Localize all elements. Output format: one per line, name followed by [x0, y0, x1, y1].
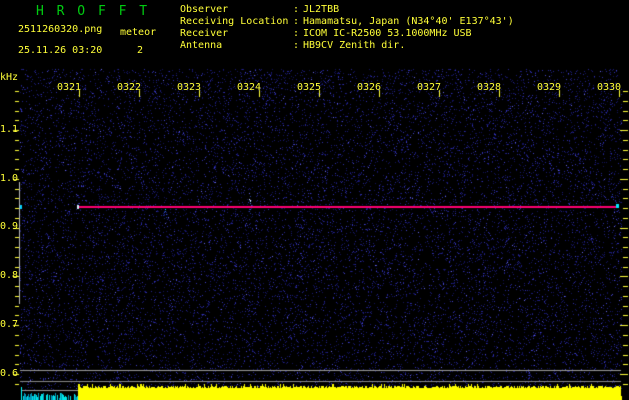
app-title: H R O F F T — [36, 4, 150, 19]
time-label-0322: 0322 — [117, 82, 142, 93]
output-filename: 2511260320.png — [18, 24, 103, 35]
info-label: Observer — [180, 4, 229, 15]
time-label-0328: 0328 — [477, 82, 502, 93]
time-label-0330: 0330 — [597, 82, 622, 93]
freq-label-0.9: 0.9 — [0, 221, 19, 232]
time-label-0321: 0321 — [57, 82, 82, 93]
info-value: JL2TBB — [303, 4, 340, 15]
info-colon: : — [293, 16, 300, 27]
info-colon: : — [293, 28, 300, 39]
info-row-3: Antenna: HB9CV Zenith dir. — [180, 40, 514, 52]
time-label-0329: 0329 — [537, 82, 562, 93]
info-row-1: Receiving Location: Hamamatsu, Japan (N34… — [180, 16, 514, 28]
time-label-0325: 0325 — [297, 82, 322, 93]
freq-label-0.6: 0.6 — [0, 368, 19, 379]
info-colon: : — [293, 40, 300, 51]
freq-label-1.1: 1.1 — [0, 124, 19, 135]
info-colon: : — [293, 4, 300, 15]
station-info-block: Observer: JL2TBB Receiving Location: Hamama… — [180, 4, 514, 52]
time-label-0326: 0326 — [357, 82, 382, 93]
info-label: Receiving Location — [180, 16, 289, 27]
info-label: Antenna — [180, 40, 223, 51]
hrofft-screen: H R O F F T 2511260320.png meteor 25.11.… — [0, 0, 629, 400]
frame-datetime: 25.11.26 03:20 — [18, 45, 103, 56]
time-label-0324: 0324 — [237, 82, 262, 93]
freq-label-0.7: 0.7 — [0, 319, 19, 330]
info-value: ICOM IC-R2500 53.1000MHz USB — [303, 28, 472, 39]
info-value: Hamamatsu, Japan (N34°40' E137°43') — [303, 16, 514, 27]
freq-axis-unit: kHz — [0, 72, 19, 83]
echo-count: 2 — [137, 45, 144, 56]
mode-label: meteor — [120, 27, 157, 38]
spectrogram-canvas — [0, 0, 629, 400]
info-row-0: Observer: JL2TBB — [180, 4, 514, 16]
time-label-0327: 0327 — [417, 82, 442, 93]
freq-label-1.0: 1.0 — [0, 173, 19, 184]
info-row-2: Receiver: ICOM IC-R2500 53.1000MHz USB — [180, 28, 514, 40]
info-label: Receiver — [180, 28, 229, 39]
time-label-0323: 0323 — [177, 82, 202, 93]
info-value: HB9CV Zenith dir. — [303, 40, 406, 51]
freq-label-0.8: 0.8 — [0, 270, 19, 281]
